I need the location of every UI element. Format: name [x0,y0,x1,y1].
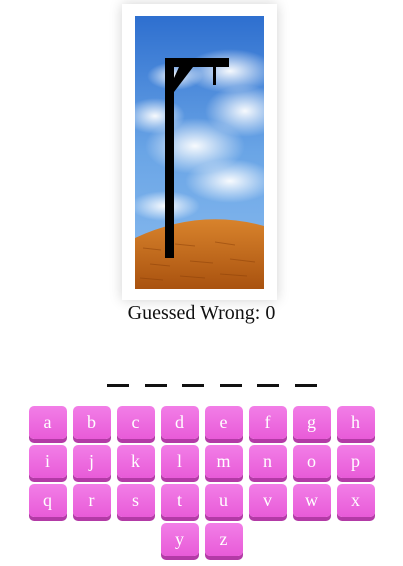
word-blanks [107,372,317,387]
letter-key-c[interactable]: c [116,406,155,439]
letter-blank [257,372,280,387]
wrong-guess-counter: Guessed Wrong: 0 [127,302,276,324]
letter-key-g[interactable]: g [292,406,331,439]
letter-key-v[interactable]: v [248,484,287,517]
letter-blank [182,372,205,387]
clouds [135,49,264,221]
letter-blank [294,372,317,387]
letter-blank [219,372,242,387]
letter-key-f[interactable]: f [248,406,287,439]
hangman-game: Guessed Wrong: 0 abcdefgh ijklmnop qrstuvw… [0,0,403,566]
letter-key-u[interactable]: u [204,484,243,517]
letter-key-i[interactable]: i [28,445,67,478]
letter-key-k[interactable]: k [116,445,155,478]
letter-key-b[interactable]: b [72,406,111,439]
letter-keyboard: abcdefgh ijklmnop qrstuvwx yz [26,406,377,556]
letter-key-a[interactable]: a [28,406,67,439]
letter-key-h[interactable]: h [336,406,375,439]
letter-key-d[interactable]: d [160,406,199,439]
letter-key-y[interactable]: y [160,523,199,556]
letter-key-o[interactable]: o [292,445,331,478]
letter-key-z[interactable]: z [204,523,243,556]
letter-key-n[interactable]: n [248,445,287,478]
letter-key-t[interactable]: t [160,484,199,517]
letter-key-m[interactable]: m [204,445,243,478]
letter-key-e[interactable]: e [204,406,243,439]
hangman-picture [122,4,277,300]
letter-blank [107,372,129,387]
letter-key-x[interactable]: x [336,484,375,517]
letter-key-s[interactable]: s [116,484,155,517]
letter-key-j[interactable]: j [72,445,111,478]
letter-key-l[interactable]: l [160,445,199,478]
letter-key-r[interactable]: r [72,484,111,517]
letter-key-w[interactable]: w [292,484,331,517]
letter-key-q[interactable]: q [28,484,67,517]
gallows-image [135,16,264,289]
letter-key-p[interactable]: p [336,445,375,478]
letter-blank [144,372,167,387]
